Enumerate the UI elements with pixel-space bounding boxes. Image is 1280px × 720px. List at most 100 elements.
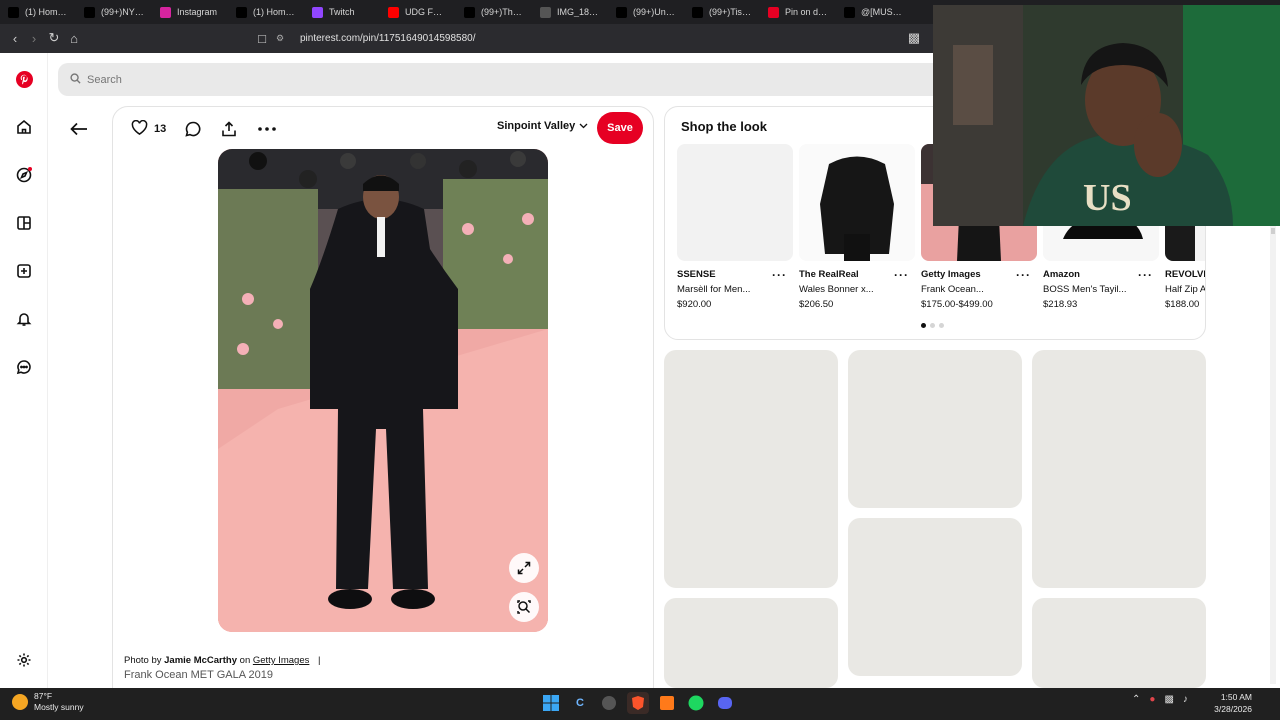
browser-tab[interactable]: (99+)Tisako <box>684 0 760 24</box>
expand-icon[interactable] <box>509 553 539 583</box>
browser-tab-label: (99+)Under <box>633 7 676 17</box>
notifications-icon[interactable] <box>12 307 36 331</box>
share-icon[interactable] <box>221 119 237 139</box>
pin-caption: Frank Ocean MET GALA 2019 <box>124 669 273 681</box>
carousel-dots <box>921 323 944 328</box>
product-image[interactable] <box>799 144 915 261</box>
address-bar[interactable]: ⚙ pinterest.com/pin/11751649014598580/ <box>276 28 936 49</box>
site-info-icon[interactable]: ⚙ <box>276 33 290 44</box>
browser-tab[interactable]: (99+)Under <box>608 0 684 24</box>
svg-text:US: US <box>1083 177 1132 219</box>
browser-tab-label: Twitch <box>329 7 355 17</box>
x-icon <box>8 6 19 18</box>
pin-card: 13 Sinpoint Valley Save Photo by Jamie M… <box>70 106 654 706</box>
weather-widget[interactable]: 87°F Mostly sunny <box>12 691 84 713</box>
carousel-dot[interactable] <box>930 323 935 328</box>
sidebar <box>0 53 48 688</box>
browser-tab[interactable]: Twitch <box>304 0 380 24</box>
visual-search-icon[interactable] <box>509 592 539 622</box>
system-tray: ⌃ ● ▩ ♪ <box>1132 694 1188 705</box>
product-store: REVOLVE <box>1165 269 1206 280</box>
discord-icon[interactable] <box>714 692 736 714</box>
windows-start-icon[interactable] <box>540 692 562 714</box>
messages-icon[interactable] <box>12 355 36 379</box>
browser-tab[interactable]: (1) Home / X <box>0 0 76 24</box>
weather-temp: 87°F <box>34 691 53 701</box>
cast-icon[interactable]: ▩ <box>904 28 924 48</box>
browser-tab[interactable]: @[MUS - ze <box>836 0 912 24</box>
microphone-icon[interactable]: ● <box>1149 694 1155 705</box>
product-price: $175.00-$499.00 <box>921 299 993 310</box>
browser-tab[interactable]: Instagram <box>152 0 228 24</box>
clock-date: 3/28/2026 <box>1214 704 1252 714</box>
bookmark-icon[interactable]: □ <box>252 28 272 48</box>
app-icon-obs[interactable] <box>598 692 620 714</box>
twitch-icon <box>312 6 323 18</box>
browser-tab[interactable]: (1) Home / X <box>228 0 304 24</box>
youtube-icon <box>388 6 399 18</box>
settings-icon[interactable] <box>12 648 36 672</box>
product-card[interactable]: The RealReal Wales Bonner x... $206.50 ··· <box>799 144 915 310</box>
volume-icon[interactable]: ♪ <box>1183 694 1188 705</box>
tiktok-icon <box>616 6 627 18</box>
product-more-icon[interactable]: ··· <box>772 268 787 282</box>
comment-icon[interactable] <box>185 119 201 139</box>
taskbar: 87°F Mostly sunny C ⌃ ● ▩ ♪ 1:50 AM 3/28… <box>0 688 1280 720</box>
like-button[interactable]: 13 <box>131 119 166 139</box>
explore-icon[interactable] <box>12 163 36 187</box>
credit-source-link[interactable]: Getty Images <box>253 655 310 666</box>
weather-sun-icon <box>12 694 28 710</box>
boards-icon[interactable] <box>12 211 36 235</box>
pin-placeholder <box>1032 350 1206 588</box>
back-icon[interactable]: ‹ <box>5 28 25 48</box>
instagram-icon <box>160 6 171 18</box>
tiktok-icon <box>464 6 475 18</box>
browser-tab[interactable]: (99+)Throw <box>456 0 532 24</box>
board-selector[interactable]: Sinpoint Valley <box>497 120 588 132</box>
home-icon[interactable]: ⌂ <box>64 28 84 48</box>
reload-icon[interactable]: ↻ <box>44 28 64 48</box>
app-icon-orange[interactable] <box>656 692 678 714</box>
search-bar[interactable] <box>58 63 958 96</box>
spotify-icon[interactable] <box>685 692 707 714</box>
app-icon-c[interactable]: C <box>569 692 591 714</box>
product-price: $218.93 <box>1043 299 1078 310</box>
product-more-icon[interactable]: ··· <box>894 268 909 282</box>
scrollbar[interactable] <box>1270 224 1276 684</box>
weather-condition: Mostly sunny <box>34 702 84 712</box>
webcam-overlay: US <box>933 5 1280 226</box>
x-icon <box>236 6 247 18</box>
browser-tab-label: @[MUS - ze <box>861 7 904 17</box>
carousel-dot[interactable] <box>921 323 926 328</box>
browser-tab[interactable]: (99+)NYTRS <box>76 0 152 24</box>
save-button[interactable]: Save <box>597 112 643 144</box>
browser-tab[interactable]: Pin on drus <box>760 0 836 24</box>
brave-browser-icon[interactable] <box>627 692 649 714</box>
create-icon[interactable] <box>12 259 36 283</box>
credit-author[interactable]: Jamie McCarthy <box>164 655 237 666</box>
product-more-icon[interactable]: ··· <box>1138 268 1153 282</box>
pinterest-logo-icon[interactable] <box>12 67 36 91</box>
credit-separator: | <box>318 655 321 666</box>
shop-title: Shop the look <box>681 119 767 134</box>
search-input[interactable] <box>87 73 487 86</box>
product-image[interactable] <box>677 144 793 261</box>
forward-icon[interactable]: › <box>24 28 44 48</box>
browser-tab[interactable]: IMG_1807.jp <box>532 0 608 24</box>
browser-tab-label: (99+)Throw <box>481 7 524 17</box>
product-name: Marsèll for Men... <box>677 284 751 295</box>
carousel-dot[interactable] <box>939 323 944 328</box>
product-more-icon[interactable]: ··· <box>1016 268 1031 282</box>
product-card[interactable]: SSENSE Marsèll for Men... $920.00 ··· <box>677 144 793 310</box>
system-clock[interactable]: 1:50 AM 3/28/2026 <box>1212 691 1252 715</box>
browser-tab[interactable]: UDG FRESH <box>380 0 456 24</box>
pin-image[interactable] <box>218 149 548 632</box>
home-icon[interactable] <box>12 115 36 139</box>
product-name: Wales Bonner x... <box>799 284 874 295</box>
chevron-up-icon[interactable]: ⌃ <box>1132 694 1140 705</box>
network-icon[interactable]: ▩ <box>1164 694 1173 705</box>
back-arrow-icon[interactable] <box>70 119 88 139</box>
tiktok-icon <box>84 6 95 18</box>
credit-on: on <box>239 655 251 666</box>
more-options-icon[interactable] <box>258 119 276 139</box>
